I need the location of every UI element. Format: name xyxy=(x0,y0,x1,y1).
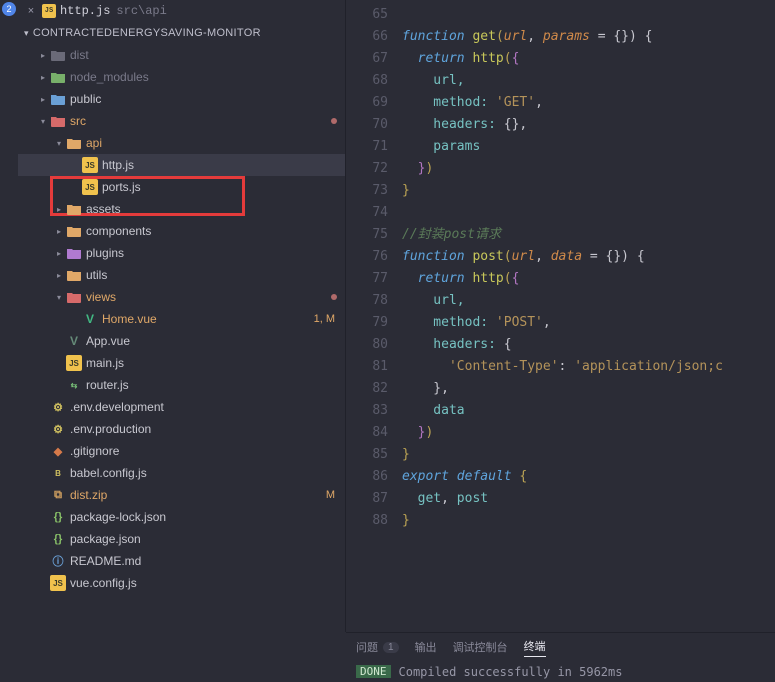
tree-folder-components[interactable]: ▸components xyxy=(18,220,345,242)
tree-folder-views[interactable]: ▾views xyxy=(18,286,345,308)
tab-label: http.js xyxy=(60,4,110,18)
vue-file-icon: V xyxy=(66,333,82,349)
babel-file-icon: B xyxy=(50,465,66,481)
tree-folder-public[interactable]: ▸public xyxy=(18,88,345,110)
tree-file-ports-js[interactable]: JSports.js xyxy=(18,176,345,198)
tree-file-package-lock[interactable]: {}package-lock.json xyxy=(18,506,345,528)
tree-file-http-js[interactable]: JShttp.js xyxy=(18,154,345,176)
json-file-icon: {} xyxy=(50,531,66,547)
bottom-panel: 问题1 输出 调试控制台 终端 DONE Compiled successful… xyxy=(346,632,775,682)
tree-file-vue-config[interactable]: JSvue.config.js xyxy=(18,572,345,594)
panel-tabs: 问题1 输出 调试控制台 终端 xyxy=(346,633,775,661)
folder-icon xyxy=(66,135,82,151)
tree-file-env-dev[interactable]: ⚙.env.development xyxy=(18,396,345,418)
js-file-icon: JS xyxy=(82,179,98,195)
code-content[interactable]: function get(url, params = {}) { return … xyxy=(402,0,775,632)
terminal-output[interactable]: DONE Compiled successfully in 5962ms xyxy=(346,661,775,682)
folder-icon xyxy=(66,201,82,217)
modified-dot-icon xyxy=(331,294,337,300)
git-file-icon: ◆ xyxy=(50,443,66,459)
open-editor-tab[interactable]: × JS http.js src\api xyxy=(18,0,345,22)
side-panel: × JS http.js src\api ▾ CONTRACTEDENERGYS… xyxy=(18,0,346,632)
folder-icon xyxy=(50,113,66,129)
done-badge: DONE xyxy=(356,665,391,678)
json-file-icon: {} xyxy=(50,509,66,525)
tree-file-babel[interactable]: Bbabel.config.js xyxy=(18,462,345,484)
md-file-icon: ⓘ xyxy=(50,553,66,569)
activity-bar: 2 xyxy=(0,0,18,632)
env-file-icon: ⚙ xyxy=(50,421,66,437)
tree-folder-api[interactable]: ▾api xyxy=(18,132,345,154)
tree-folder-utils[interactable]: ▸utils xyxy=(18,264,345,286)
folder-icon xyxy=(66,223,82,239)
tree-file-package[interactable]: {}package.json xyxy=(18,528,345,550)
line-gutter: 6566676869707172737475767778798081828384… xyxy=(346,0,402,632)
close-icon[interactable]: × xyxy=(24,4,38,18)
tab-path: src\api xyxy=(116,4,166,18)
vue-file-icon: V xyxy=(82,311,98,327)
folder-icon xyxy=(66,289,82,305)
tree-file-router-js[interactable]: ⇆router.js xyxy=(18,374,345,396)
router-icon: ⇆ xyxy=(66,377,82,393)
tree-file-dist-zip[interactable]: ⧉dist.zipM xyxy=(18,484,345,506)
tab-terminal[interactable]: 终端 xyxy=(524,638,546,657)
folder-icon xyxy=(50,69,66,85)
tab-output[interactable]: 输出 xyxy=(415,639,437,655)
zip-file-icon: ⧉ xyxy=(50,487,66,503)
js-file-icon: JS xyxy=(42,4,56,18)
tree-file-env-prod[interactable]: ⚙.env.production xyxy=(18,418,345,440)
project-title: CONTRACTEDENERGYSAVING-MONITOR xyxy=(33,27,261,39)
project-section-header[interactable]: ▾ CONTRACTEDENERGYSAVING-MONITOR xyxy=(18,22,345,44)
git-status: 1, M xyxy=(314,313,335,325)
tab-problems[interactable]: 问题1 xyxy=(356,639,399,655)
tree-folder-plugins[interactable]: ▸plugins xyxy=(18,242,345,264)
explorer-badge: 2 xyxy=(2,2,16,16)
tab-debug-console[interactable]: 调试控制台 xyxy=(453,639,508,655)
tree-file-main-js[interactable]: JSmain.js xyxy=(18,352,345,374)
tree-folder-node-modules[interactable]: ▸node_modules xyxy=(18,66,345,88)
problems-count: 1 xyxy=(383,642,399,653)
git-status: M xyxy=(326,489,335,501)
js-file-icon: JS xyxy=(50,575,66,591)
terminal-line: Compiled successfully in 5962ms xyxy=(399,665,623,679)
js-file-icon: JS xyxy=(82,157,98,173)
js-file-icon: JS xyxy=(66,355,82,371)
tree-folder-src[interactable]: ▾src xyxy=(18,110,345,132)
folder-icon xyxy=(50,91,66,107)
chevron-down-icon: ▾ xyxy=(24,28,29,39)
modified-dot-icon xyxy=(331,118,337,124)
file-tree: ▸dist ▸node_modules ▸public ▾src ▾api JS… xyxy=(18,44,345,632)
tree-file-readme[interactable]: ⓘREADME.md xyxy=(18,550,345,572)
tree-folder-dist[interactable]: ▸dist xyxy=(18,44,345,66)
tree-file-app-vue[interactable]: VApp.vue xyxy=(18,330,345,352)
folder-icon xyxy=(66,245,82,261)
env-file-icon: ⚙ xyxy=(50,399,66,415)
tree-folder-assets[interactable]: ▸assets xyxy=(18,198,345,220)
folder-icon xyxy=(66,267,82,283)
tree-file-gitignore[interactable]: ◆.gitignore xyxy=(18,440,345,462)
code-editor[interactable]: 6566676869707172737475767778798081828384… xyxy=(346,0,775,632)
folder-icon xyxy=(50,47,66,63)
tree-file-home-vue[interactable]: VHome.vue1, M xyxy=(18,308,345,330)
